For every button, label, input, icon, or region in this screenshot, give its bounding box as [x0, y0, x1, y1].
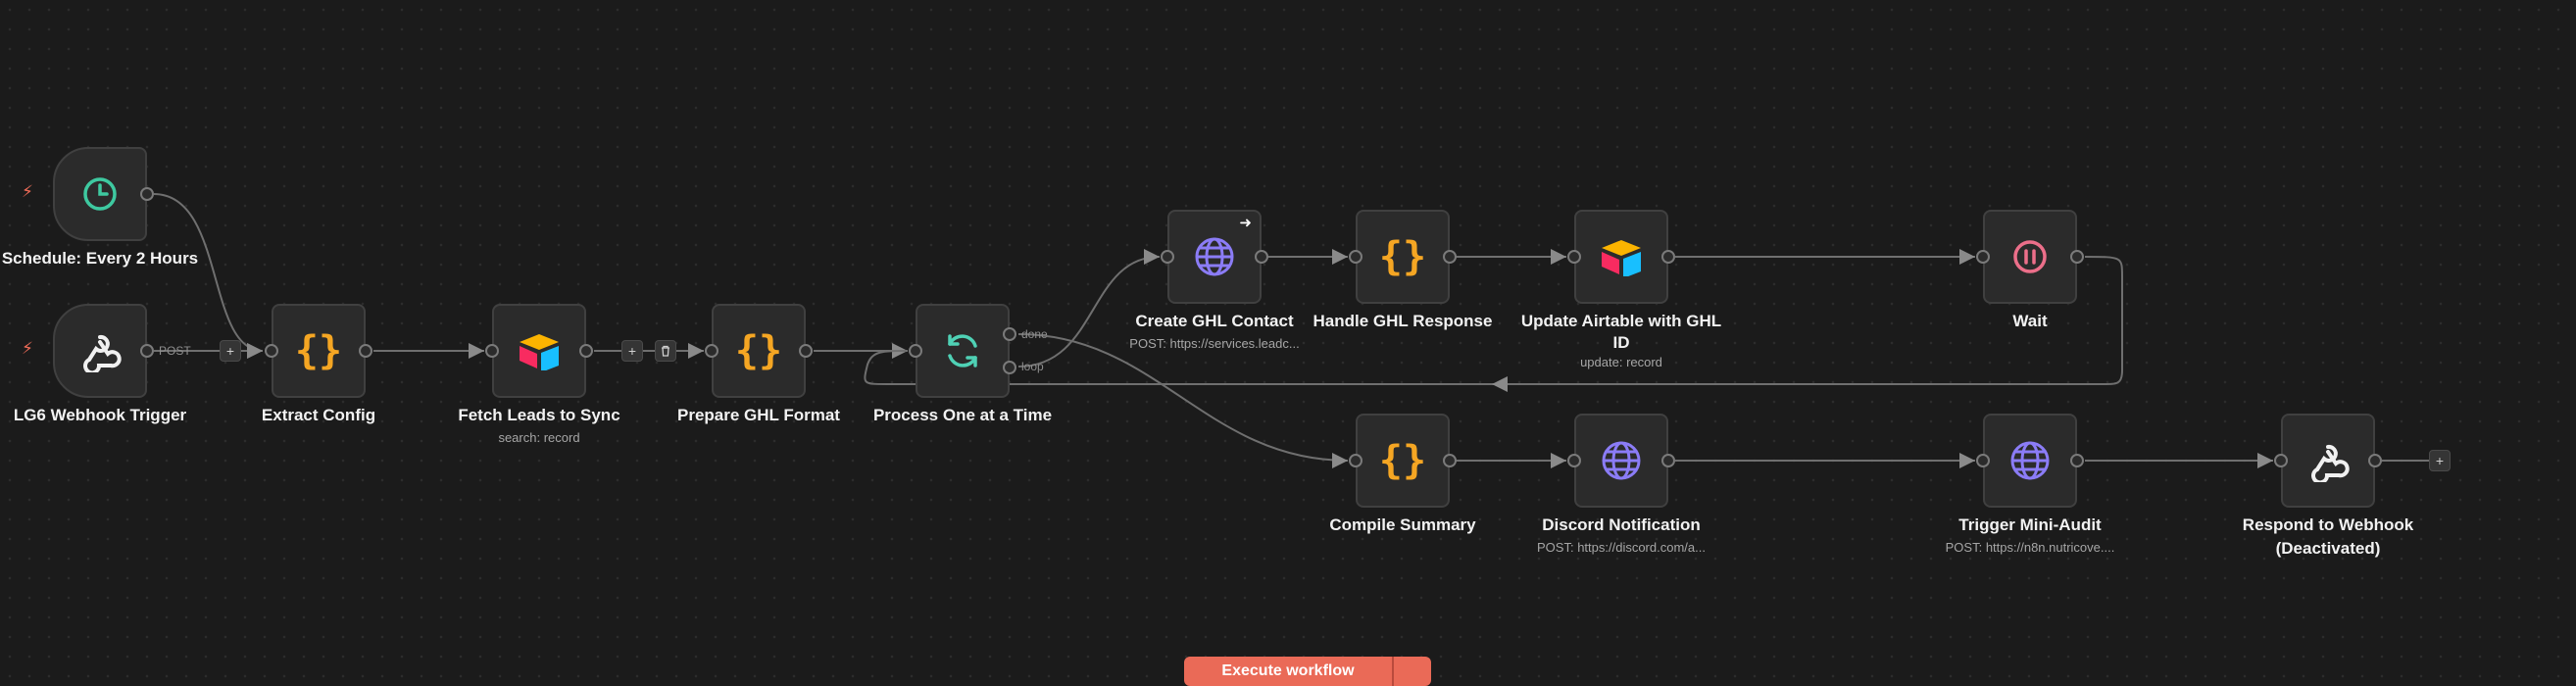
- node-create-ghl-contact[interactable]: ➜: [1161, 210, 1268, 304]
- node-label: Discord Notification: [1542, 515, 1701, 534]
- node-label: Schedule: Every 2 Hours: [1, 249, 199, 268]
- input-handle[interactable]: [485, 344, 499, 358]
- input-handle[interactable]: [265, 344, 278, 358]
- trash-icon: [662, 345, 669, 357]
- output-handle[interactable]: [1443, 250, 1457, 264]
- globe-icon: [1602, 441, 1641, 480]
- node-label: Process One at a Time: [872, 406, 1053, 424]
- node-discord-notification[interactable]: [1567, 414, 1675, 508]
- output-handle-loop[interactable]: [1003, 361, 1016, 374]
- input-handle[interactable]: [2274, 454, 2288, 467]
- output-handle[interactable]: [579, 344, 593, 358]
- node-label: Prepare GHL Format: [677, 406, 840, 424]
- node-label: Respond to Webhook: [2242, 515, 2414, 534]
- code-braces-icon: {}: [294, 328, 343, 373]
- node-update-airtable[interactable]: [1567, 210, 1675, 304]
- node-subtitle: search: record: [498, 430, 580, 445]
- output-handle[interactable]: [1661, 454, 1675, 467]
- node-label: ID: [1612, 333, 1630, 352]
- edge-label-done: done: [1021, 327, 1048, 341]
- trigger-bolt-icon: ⚡: [22, 182, 33, 201]
- node-wait[interactable]: [1976, 210, 2084, 304]
- add-node-button[interactable]: +: [2429, 450, 2451, 471]
- execute-workflow-label: Execute workflow: [1221, 662, 1355, 679]
- trigger-bolt-icon: ⚡: [22, 339, 33, 358]
- output-handle[interactable]: [1443, 454, 1457, 467]
- globe-icon: [2010, 441, 2050, 480]
- node-trigger-mini-audit[interactable]: [1976, 414, 2084, 508]
- node-label: Fetch Leads to Sync: [458, 406, 620, 424]
- input-handle[interactable]: [909, 344, 922, 358]
- input-handle[interactable]: [705, 344, 718, 358]
- node-label: (Deactivated): [2275, 539, 2381, 558]
- node-subtitle: POST: https://discord.com/a...: [1537, 540, 1706, 555]
- node-label: Create GHL Contact: [1135, 312, 1294, 330]
- node-handle-ghl-response[interactable]: {}: [1349, 210, 1457, 304]
- globe-icon: [1195, 237, 1234, 276]
- node-label: Update Airtable with GHL: [1520, 312, 1722, 330]
- execute-workflow-button[interactable]: Execute workflow: [1184, 657, 1431, 686]
- node-compile-summary[interactable]: {}: [1349, 414, 1457, 508]
- node-label: Wait: [2012, 312, 2048, 330]
- input-handle[interactable]: [1976, 454, 1990, 467]
- node-schedule-trigger[interactable]: [53, 147, 154, 241]
- pause-icon: [2013, 240, 2047, 273]
- webhook-icon: [83, 334, 122, 372]
- output-handle[interactable]: [799, 344, 813, 358]
- edge-label-post: POST: [159, 344, 191, 358]
- input-handle[interactable]: [1567, 454, 1581, 467]
- output-handle[interactable]: [2070, 454, 2084, 467]
- input-handle[interactable]: [1567, 250, 1581, 264]
- node-label: Handle GHL Response: [1313, 312, 1493, 330]
- output-handle[interactable]: [140, 187, 154, 201]
- add-node-button[interactable]: +: [220, 340, 241, 362]
- node-process-one[interactable]: [909, 304, 1016, 398]
- code-braces-icon: {}: [1378, 234, 1427, 279]
- airtable-icon: [520, 334, 559, 370]
- input-handle[interactable]: [1161, 250, 1174, 264]
- output-handle[interactable]: [2368, 454, 2382, 467]
- code-braces-icon: {}: [734, 328, 783, 373]
- node-subtitle: update: record: [1580, 355, 1662, 369]
- node-subtitle: POST: https://n8n.nutricove....: [1945, 540, 2115, 555]
- edge-label-loop: loop: [1021, 360, 1044, 373]
- node-prepare-ghl[interactable]: {}: [705, 304, 813, 398]
- node-label: Extract Config: [261, 406, 376, 424]
- node-label: LG6 Webhook Trigger: [13, 406, 187, 424]
- node-label: Trigger Mini-Audit: [1958, 515, 2102, 534]
- node-subtitle: POST: https://services.leadc...: [1129, 336, 1300, 351]
- node-fetch-leads[interactable]: [485, 304, 593, 398]
- input-handle[interactable]: [1349, 454, 1362, 467]
- output-handle[interactable]: [359, 344, 372, 358]
- output-handle[interactable]: [1661, 250, 1675, 264]
- output-handle[interactable]: [1255, 250, 1268, 264]
- loop-icon: [948, 334, 977, 368]
- open-arrow-icon[interactable]: ➜: [1239, 214, 1252, 231]
- input-handle[interactable]: [1976, 250, 1990, 264]
- airtable-icon: [1602, 240, 1641, 276]
- clock-icon: [83, 177, 117, 211]
- add-node-button[interactable]: +: [621, 340, 643, 362]
- output-handle[interactable]: [2070, 250, 2084, 264]
- output-handle[interactable]: [140, 344, 154, 358]
- webhook-icon: [2311, 444, 2350, 482]
- input-handle[interactable]: [1349, 250, 1362, 264]
- node-webhook-trigger[interactable]: [53, 304, 154, 398]
- workflow-canvas[interactable]: ⚡ Schedule: Every 2 Hours ⚡ LG6 Webhook …: [0, 0, 2576, 686]
- node-label: Compile Summary: [1329, 515, 1476, 534]
- node-respond-to-webhook[interactable]: [2274, 414, 2382, 508]
- node-extract-config[interactable]: {}: [265, 304, 372, 398]
- button-divider: [1392, 657, 1394, 686]
- output-handle-done[interactable]: [1003, 327, 1016, 341]
- code-braces-icon: {}: [1378, 438, 1427, 483]
- delete-connection-button[interactable]: [655, 340, 676, 362]
